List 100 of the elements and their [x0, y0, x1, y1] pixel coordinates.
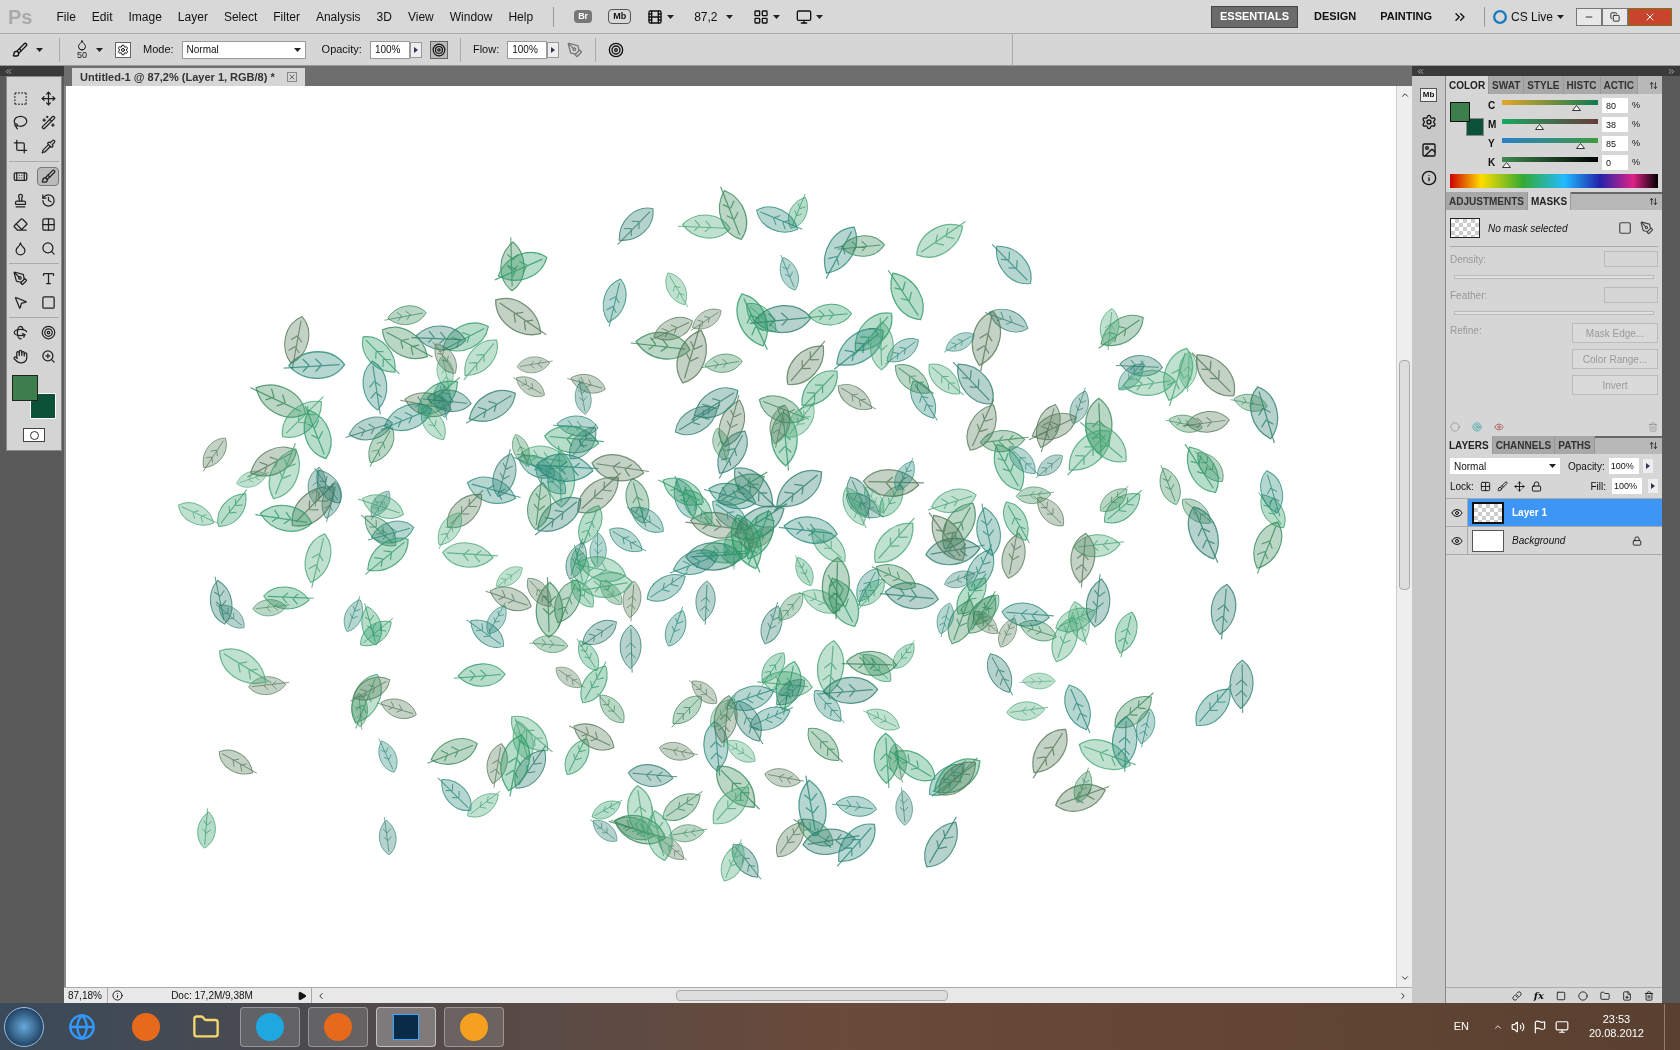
brush-tool-icon[interactable]	[40, 169, 56, 184]
visibility-eye-icon[interactable]	[1450, 506, 1463, 519]
vertical-scrollbar-thumb[interactable]	[1399, 360, 1410, 590]
arrange-documents-icon[interactable]	[752, 8, 769, 25]
mode-dropdown[interactable]: Normal	[181, 40, 306, 59]
status-menu-icon[interactable]	[297, 990, 307, 1001]
panel-tab[interactable]: CHANNELS	[1492, 436, 1556, 454]
delete-layer-icon[interactable]	[1644, 990, 1654, 1001]
workspace-button[interactable]: DESIGN	[1306, 5, 1365, 28]
zoom-tool-icon[interactable]	[40, 349, 56, 364]
slider-thumb[interactable]	[1575, 143, 1585, 149]
visibility-eye-icon[interactable]	[1450, 534, 1463, 547]
minimize-button[interactable]	[1576, 7, 1602, 26]
screen-mode-icon[interactable]	[795, 8, 812, 25]
panel-tab[interactable]: ACTIC	[1600, 76, 1639, 94]
slider-thumb[interactable]	[1571, 105, 1581, 111]
foreground-color-swatch[interactable]	[1450, 102, 1470, 122]
pressure-opacity-icon[interactable]	[429, 40, 448, 59]
opacity-field[interactable]: 100%	[369, 40, 410, 59]
lasso-tool-icon[interactable]	[12, 115, 28, 130]
collapse-icon[interactable]	[4, 66, 13, 76]
disable-mask-icon[interactable]	[1494, 422, 1504, 432]
action-center-icon[interactable]	[1532, 1019, 1547, 1034]
fill-slider-button[interactable]	[1648, 479, 1658, 493]
menu-item[interactable]: Select	[215, 7, 266, 26]
mini-bridge-icon[interactable]: Mb	[1419, 88, 1438, 102]
panel-tab[interactable]: LAYERS	[1446, 436, 1493, 454]
add-mask-icon[interactable]	[1556, 990, 1566, 1001]
layer-opacity-field[interactable]: 100%	[1608, 458, 1639, 474]
app-icon[interactable]	[460, 1012, 488, 1041]
path-selection-tool-icon[interactable]	[12, 295, 28, 310]
hand-tool-icon[interactable]	[12, 349, 28, 364]
menu-item[interactable]: Image	[120, 7, 170, 26]
3d-rotate-tool-icon[interactable]	[12, 325, 28, 340]
lock-all-icon[interactable]	[1530, 480, 1542, 492]
scroll-up-icon[interactable]	[1399, 90, 1410, 100]
magic-wand-tool-icon[interactable]	[40, 115, 56, 130]
close-button[interactable]	[1628, 7, 1672, 26]
menu-item[interactable]: Filter	[265, 7, 308, 26]
document-tab[interactable]: Untitled-1 @ 87,2% (Layer 1, RGB/8) *	[72, 68, 305, 86]
eraser-tool-icon[interactable]	[12, 217, 28, 232]
close-icon[interactable]	[286, 72, 297, 82]
panel-menu-icon[interactable]	[1649, 441, 1658, 450]
menu-item[interactable]: 3D	[368, 7, 400, 26]
folder-icon[interactable]	[192, 1012, 220, 1041]
browser-icon[interactable]	[132, 1012, 160, 1041]
panel-tab[interactable]: SWAT	[1489, 76, 1525, 94]
opacity-slider-button[interactable]	[1642, 459, 1653, 473]
zoom-dropdown[interactable]: 87,2	[694, 7, 733, 26]
language-indicator[interactable]: EN	[1453, 1018, 1469, 1035]
pressure-size-icon[interactable]	[608, 41, 625, 58]
new-layer-icon[interactable]	[1622, 990, 1632, 1001]
mini-bridge-button[interactable]: Mb	[608, 8, 632, 25]
quick-mask-icon[interactable]	[23, 428, 45, 442]
slider-thumb[interactable]	[1502, 162, 1511, 168]
scroll-down-icon[interactable]	[1399, 973, 1410, 983]
horizontal-scrollbar-thumb[interactable]	[676, 990, 948, 1001]
crop-tool-icon[interactable]	[12, 139, 28, 154]
blur-tool-icon[interactable]	[12, 241, 28, 256]
panel-tab[interactable]: MASKS	[1528, 192, 1572, 210]
info-icon[interactable]	[1420, 170, 1437, 186]
channel-value-field[interactable]: 85	[1602, 136, 1628, 151]
healing-brush-tool-icon[interactable]	[12, 169, 28, 184]
bridge-button[interactable]: Br	[574, 9, 593, 24]
restore-button[interactable]	[1602, 7, 1628, 26]
clock-time[interactable]: 23:53	[1602, 1012, 1631, 1027]
rectangle-tool-icon[interactable]	[40, 295, 56, 310]
workspace-button[interactable]: ESSENTIALS	[1210, 5, 1299, 28]
eyedropper-tool-icon[interactable]	[40, 139, 56, 154]
adjustment-layer-icon[interactable]	[1578, 990, 1588, 1001]
start-button[interactable]	[4, 1006, 44, 1047]
panel-tab[interactable]: STYLE	[1524, 76, 1564, 94]
film-icon[interactable]	[647, 8, 664, 25]
status-info-icon[interactable]	[112, 990, 123, 1001]
menu-item[interactable]: View	[399, 7, 442, 26]
network-icon[interactable]	[1554, 1019, 1569, 1034]
workspace-button[interactable]: PAINTING	[1372, 5, 1440, 28]
marquee-tool-icon[interactable]	[12, 91, 28, 106]
browser-icon[interactable]	[68, 1012, 96, 1041]
channel-value-field[interactable]: 0	[1602, 155, 1628, 170]
histogram-icon[interactable]	[1420, 142, 1437, 158]
add-pixel-mask-icon[interactable]	[1618, 221, 1632, 235]
panel-tab[interactable]: ADJUSTMENTS	[1446, 192, 1528, 210]
volume-icon[interactable]	[1510, 1019, 1525, 1034]
scroll-left-icon[interactable]	[316, 990, 326, 1001]
photoshop-app-icon[interactable]	[393, 1013, 419, 1040]
flow-field[interactable]: 100%	[507, 40, 548, 59]
menu-item[interactable]: Layer	[169, 7, 216, 26]
lock-position-icon[interactable]	[1513, 480, 1525, 492]
background-color-swatch[interactable]	[1466, 118, 1484, 136]
scroll-right-icon[interactable]	[1398, 990, 1408, 1001]
color-spectrum[interactable]	[1450, 174, 1658, 188]
type-tool-icon[interactable]	[40, 271, 56, 286]
cs-live-button[interactable]: CS Live	[1492, 7, 1564, 26]
channel-value-field[interactable]: 80	[1602, 98, 1628, 113]
blend-mode-dropdown[interactable]: Normal	[1450, 458, 1560, 474]
layer-style-icon[interactable]: fx	[1533, 988, 1544, 1003]
move-tool-icon[interactable]	[40, 91, 56, 106]
menu-item[interactable]: Analysis	[307, 7, 369, 26]
brush-tool-icon[interactable]	[12, 41, 28, 58]
